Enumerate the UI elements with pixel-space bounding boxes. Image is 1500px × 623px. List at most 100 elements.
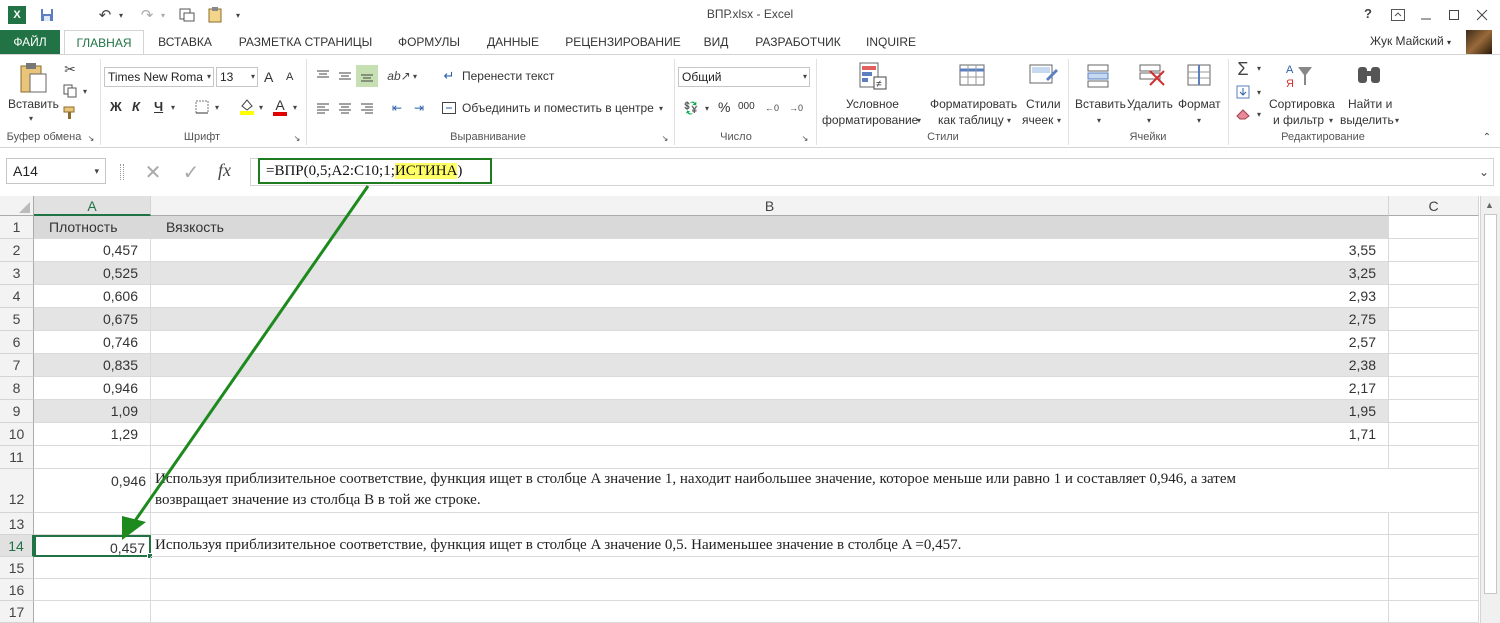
fill-dropdown-icon[interactable]: ▾ bbox=[1254, 87, 1264, 97]
orientation-dropdown-icon[interactable]: ▾ bbox=[410, 71, 420, 81]
fill-color-icon[interactable] bbox=[238, 97, 256, 115]
excel-logo-icon[interactable]: X bbox=[8, 6, 26, 24]
cut-icon[interactable]: ✂ bbox=[62, 61, 78, 77]
row-header-12[interactable]: 12 bbox=[0, 469, 34, 513]
copy-icon[interactable] bbox=[62, 83, 78, 99]
row-header-8[interactable]: 8 bbox=[0, 377, 34, 400]
conditional-formatting-line2[interactable]: форматирование bbox=[822, 113, 918, 127]
paste-icon[interactable] bbox=[16, 61, 50, 95]
format-as-table-line1[interactable]: Форматировать bbox=[930, 97, 1017, 111]
cell-b15[interactable] bbox=[151, 557, 1389, 579]
format-cells-icon[interactable] bbox=[1182, 59, 1216, 93]
expand-formula-bar-icon[interactable]: ⌄ bbox=[1476, 164, 1492, 180]
cell-styles-line2[interactable]: ячеек bbox=[1022, 113, 1053, 127]
cell-a12[interactable]: 0,946 bbox=[34, 469, 151, 513]
formula-input[interactable]: =ВПР(0,5;A2:C10;1;ИСТИНА) bbox=[258, 158, 492, 184]
cell-c14[interactable] bbox=[1389, 535, 1479, 557]
cell-c9[interactable] bbox=[1389, 400, 1479, 423]
collapse-ribbon-icon[interactable]: ⌃ bbox=[1480, 131, 1494, 143]
cell-b2[interactable]: 3,55 bbox=[151, 239, 1389, 262]
cell-b16[interactable] bbox=[151, 579, 1389, 601]
percent-button[interactable]: % bbox=[718, 99, 730, 115]
cell-b9[interactable]: 1,95 bbox=[151, 400, 1389, 423]
cell-a1[interactable]: Плотность bbox=[34, 216, 151, 239]
insert-cells-button[interactable]: Вставить bbox=[1075, 97, 1126, 111]
format-as-table-icon[interactable] bbox=[956, 59, 990, 93]
underline-button[interactable]: Ч bbox=[154, 99, 163, 114]
conditional-formatting-line1[interactable]: Условное bbox=[846, 97, 899, 111]
row-header-14[interactable]: 14 bbox=[0, 535, 34, 557]
cancel-entry-icon[interactable]: ✕ bbox=[142, 162, 164, 184]
font-name-combo[interactable]: Times New Roma ▾ bbox=[104, 67, 214, 87]
cell-c2[interactable] bbox=[1389, 239, 1479, 262]
cell-styles-line1[interactable]: Стили bbox=[1026, 97, 1061, 111]
tab-data[interactable]: ДАННЫЕ bbox=[478, 30, 548, 54]
row-header-17[interactable]: 17 bbox=[0, 601, 34, 623]
insert-cells-icon[interactable] bbox=[1082, 59, 1116, 93]
cell-b13[interactable] bbox=[151, 513, 1389, 535]
cell-c4[interactable] bbox=[1389, 285, 1479, 308]
alignment-launcher-icon[interactable]: ↘ bbox=[660, 133, 670, 143]
cell-a2[interactable]: 0,457 bbox=[34, 239, 151, 262]
format-cells-button[interactable]: Формат bbox=[1178, 97, 1221, 111]
font-color-button[interactable]: A bbox=[272, 97, 288, 117]
align-left-icon[interactable] bbox=[314, 99, 332, 117]
cell-c6[interactable] bbox=[1389, 331, 1479, 354]
row-header-13[interactable]: 13 bbox=[0, 513, 34, 535]
cell-a3[interactable]: 0,525 bbox=[34, 262, 151, 285]
format-as-table-line2[interactable]: как таблицу bbox=[938, 113, 1004, 127]
sort-filter-line1[interactable]: Сортировка bbox=[1269, 97, 1335, 111]
row-header-2[interactable]: 2 bbox=[0, 239, 34, 262]
merge-center-button[interactable]: Объединить и поместить в центре bbox=[462, 101, 654, 115]
borders-dropdown-icon[interactable]: ▾ bbox=[212, 102, 222, 112]
conditional-formatting-dropdown-icon[interactable]: ▾ bbox=[914, 115, 924, 125]
tab-developer[interactable]: РАЗРАБОТЧИК bbox=[748, 30, 848, 54]
wrap-text-button[interactable]: Перенести текст bbox=[462, 69, 554, 83]
borders-icon[interactable] bbox=[194, 99, 210, 115]
number-format-dropdown-icon[interactable]: ▾ bbox=[803, 68, 807, 86]
cell-b7[interactable]: 2,38 bbox=[151, 354, 1389, 377]
cell-styles-dropdown-icon[interactable]: ▾ bbox=[1054, 115, 1064, 125]
clear-dropdown-icon[interactable]: ▾ bbox=[1254, 109, 1264, 119]
row-header-3[interactable]: 3 bbox=[0, 262, 34, 285]
cell-c7[interactable] bbox=[1389, 354, 1479, 377]
find-select-line2[interactable]: выделить bbox=[1340, 113, 1394, 127]
cell-c8[interactable] bbox=[1389, 377, 1479, 400]
row-header-6[interactable]: 6 bbox=[0, 331, 34, 354]
paste-button-label[interactable]: Вставить bbox=[8, 97, 59, 111]
worksheet-grid[interactable]: A B C 1 2 3 4 5 6 7 8 9 10 11 12 13 14 1… bbox=[0, 196, 1500, 623]
merge-dropdown-icon[interactable]: ▾ bbox=[656, 103, 666, 113]
fill-icon[interactable] bbox=[1234, 83, 1252, 101]
delete-cells-button[interactable]: Удалить bbox=[1127, 97, 1173, 111]
undo-dropdown-icon[interactable]: ▾ bbox=[116, 7, 126, 23]
confirm-entry-icon[interactable]: ✓ bbox=[180, 162, 202, 184]
shrink-font-button[interactable]: A bbox=[286, 71, 293, 83]
cell-b3[interactable]: 3,25 bbox=[151, 262, 1389, 285]
autosum-dropdown-icon[interactable]: ▾ bbox=[1254, 63, 1264, 73]
increase-indent-icon[interactable]: ⇥ bbox=[410, 99, 428, 117]
scroll-thumb[interactable] bbox=[1484, 214, 1497, 594]
cell-b10[interactable]: 1,71 bbox=[151, 423, 1389, 446]
tab-view[interactable]: ВИД bbox=[696, 30, 736, 54]
vertical-scrollbar[interactable]: ▲ bbox=[1480, 196, 1500, 623]
cell-a11[interactable] bbox=[34, 446, 151, 469]
find-select-dropdown-icon[interactable]: ▾ bbox=[1392, 115, 1402, 125]
screenshot-icon[interactable] bbox=[178, 6, 196, 24]
bold-button[interactable]: Ж bbox=[110, 99, 122, 114]
maximize-icon[interactable] bbox=[1446, 7, 1462, 23]
cell-c13[interactable] bbox=[1389, 513, 1479, 535]
select-all-button[interactable] bbox=[0, 196, 34, 216]
redo-icon[interactable]: ↷ bbox=[138, 6, 156, 24]
cell-b17[interactable] bbox=[151, 601, 1389, 623]
cell-c11[interactable] bbox=[1389, 446, 1479, 469]
orientation-icon[interactable]: ab↗ bbox=[387, 67, 410, 85]
sort-filter-icon[interactable]: AЯ bbox=[1282, 59, 1316, 93]
row-header-5[interactable]: 5 bbox=[0, 308, 34, 331]
column-header-c[interactable]: C bbox=[1389, 196, 1479, 216]
font-size-combo[interactable]: 13 ▾ bbox=[216, 67, 258, 87]
find-select-line1[interactable]: Найти и bbox=[1348, 97, 1392, 111]
save-icon[interactable] bbox=[38, 6, 56, 24]
autosum-icon[interactable]: Σ bbox=[1234, 59, 1252, 79]
tab-formulas[interactable]: ФОРМУЛЫ bbox=[390, 30, 468, 54]
conditional-formatting-icon[interactable]: ≠ bbox=[856, 59, 890, 93]
